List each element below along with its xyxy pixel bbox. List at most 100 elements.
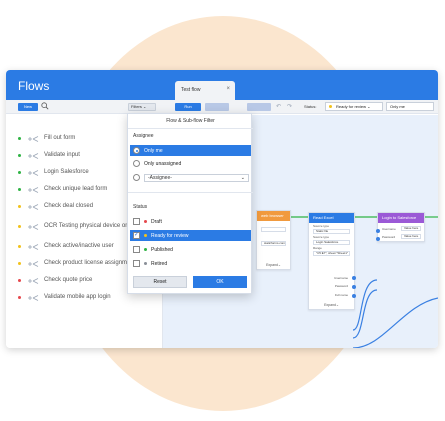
debug-button[interactable] xyxy=(205,103,229,111)
node-field[interactable] xyxy=(261,227,286,232)
save-button[interactable] xyxy=(247,103,271,111)
flow-icon xyxy=(28,186,39,193)
input-port[interactable] xyxy=(376,229,380,233)
status-dot xyxy=(144,248,147,251)
status-dot xyxy=(18,188,21,191)
flow-label: Login Salesforce xyxy=(44,169,89,175)
new-flow-button[interactable]: New xyxy=(18,103,38,111)
output-label: Username xyxy=(334,276,348,280)
app-title: Flows xyxy=(18,79,50,93)
reset-button[interactable]: Reset xyxy=(133,276,187,288)
option-label: Only unassigned xyxy=(144,160,182,167)
flow-filter-dropdown: Flow & Sub-flow Filter Assignee Only me … xyxy=(127,113,253,294)
status-dot xyxy=(18,154,21,157)
status-dot xyxy=(144,234,147,237)
filter-title: Flow & Sub-flow Filter xyxy=(166,118,215,124)
expand-link[interactable]: Expand⌄ xyxy=(257,263,290,267)
input-label: Username xyxy=(382,226,396,231)
status-option-label: Ready for review xyxy=(151,232,189,239)
status-value: Ready for review xyxy=(336,104,367,109)
divider xyxy=(128,128,253,129)
assignee-option-select[interactable]: -Assignee- ⌄ xyxy=(130,172,251,183)
input-row: Password Value here xyxy=(378,234,424,239)
status-heading: Status xyxy=(133,204,148,210)
input-label: Password xyxy=(382,234,396,239)
status-dot xyxy=(144,220,147,223)
status-option[interactable]: Retired xyxy=(130,258,251,269)
radio-icon xyxy=(133,160,140,167)
node-login-salesforce[interactable]: Login to Salesforce Username Value here … xyxy=(376,212,425,242)
status-option-label: Draft xyxy=(151,218,162,225)
input-port[interactable] xyxy=(376,237,380,241)
status-dot xyxy=(18,137,21,140)
status-select[interactable]: Ready for review ⌄ xyxy=(325,102,383,111)
password-value[interactable]: Value here xyxy=(401,234,421,239)
status-dot xyxy=(18,296,21,299)
editor-header: Test flow × xyxy=(163,70,438,100)
status-option-label: Published xyxy=(151,246,173,253)
filters-button[interactable]: Filters ⌄ xyxy=(128,103,156,111)
checkbox[interactable] xyxy=(133,218,140,225)
flow-label: Check unique lead form xyxy=(44,186,108,192)
username-value[interactable]: Value here xyxy=(401,226,421,231)
flow-icon xyxy=(28,223,39,230)
field-label: Source type xyxy=(313,224,330,228)
assignee-picker-value: -Assignee- xyxy=(148,174,172,181)
redo-icon[interactable]: ↷ xyxy=(287,103,292,111)
flow-label: Check quote price xyxy=(44,277,93,283)
status-dot xyxy=(329,105,332,108)
node-title: Read Excel xyxy=(309,213,354,223)
ok-button[interactable]: OK xyxy=(193,276,247,288)
radio-icon xyxy=(133,147,140,154)
assignee-option-only-me[interactable]: Only me xyxy=(130,145,251,156)
expand-link[interactable]: Expand⌄ xyxy=(309,303,354,307)
status-dot xyxy=(18,279,21,282)
status-dot xyxy=(144,262,147,265)
assignee-option-unassigned[interactable]: Only unassigned xyxy=(130,158,251,169)
flow-icon xyxy=(28,152,39,159)
divider xyxy=(128,192,253,193)
flow-icon xyxy=(28,277,39,284)
output-port[interactable] xyxy=(352,294,356,298)
status-option[interactable]: Published xyxy=(130,244,251,255)
search-icon[interactable] xyxy=(41,102,49,110)
flow-icon xyxy=(28,169,39,176)
run-button[interactable]: Run xyxy=(175,103,201,111)
flow-icon xyxy=(28,203,39,210)
node-read-excel[interactable]: Read Excel Source type Static file Sourc… xyxy=(308,212,356,310)
status-option[interactable]: Draft xyxy=(130,216,251,227)
flows-header: Flows xyxy=(6,70,163,100)
checkbox[interactable] xyxy=(133,246,140,253)
undo-icon[interactable]: ↶ xyxy=(276,103,281,111)
status-option[interactable]: ✓ Ready for review xyxy=(130,230,251,241)
field-label: Range xyxy=(313,246,322,250)
flow-label: Check active/inactive user xyxy=(44,243,114,249)
node-title: Login to Salesforce xyxy=(378,213,424,223)
assignee-picker[interactable]: -Assignee- ⌄ xyxy=(144,173,249,182)
checkbox[interactable] xyxy=(133,260,140,267)
output-port[interactable] xyxy=(352,276,356,280)
flow-icon xyxy=(28,243,39,250)
editor-toolbar: Run ↶ ↷ Status: Ready for review ⌄ Only … xyxy=(163,100,438,114)
output-port[interactable] xyxy=(352,285,356,289)
node-title: web browser xyxy=(257,211,290,221)
field-label: Source type xyxy=(313,235,330,239)
assignee-select[interactable]: Only me xyxy=(386,102,434,111)
option-label: Only me xyxy=(144,147,163,154)
radio-icon xyxy=(133,174,140,181)
node-field[interactable]: staticforms.com xyxy=(261,241,286,246)
close-icon[interactable]: × xyxy=(226,86,230,92)
expand-label: Expand xyxy=(266,263,278,267)
range-input[interactable]: "C5:E7"; sheet:"Sheet1" xyxy=(313,251,350,256)
status-label: Status: xyxy=(304,104,317,109)
status-option-label: Retired xyxy=(151,260,168,267)
node-open-browser[interactable]: web browser staticforms.com Expand⌄ xyxy=(256,210,291,270)
checkbox[interactable]: ✓ xyxy=(133,232,140,239)
status-dot xyxy=(18,225,21,228)
expand-label: Expand xyxy=(324,303,336,307)
status-dot xyxy=(18,171,21,174)
assignee-value: Only me xyxy=(390,104,405,109)
flow-label: Check product license assignment xyxy=(44,260,136,266)
tab-test-flow[interactable]: Test flow × xyxy=(175,81,235,100)
flow-label: Validate input xyxy=(44,152,80,158)
